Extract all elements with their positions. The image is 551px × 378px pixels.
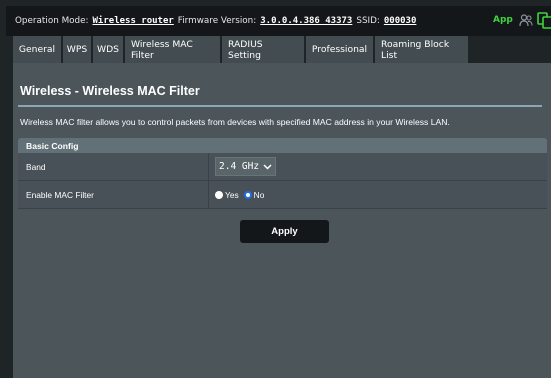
page-title: Wireless - Wireless MAC Filter — [20, 84, 200, 98]
mac-filter-radio-group: Yes No — [215, 190, 264, 200]
tab-wireless-mac-filter[interactable]: Wireless MAC Filter — [125, 36, 222, 63]
page-description: Wireless MAC filter allows you to contro… — [20, 117, 450, 127]
content-panel: Wireless - Wireless MAC Filter Wireless … — [13, 63, 551, 378]
radio-no-label: No — [253, 189, 265, 200]
band-select[interactable]: 2.4 GHz — [215, 157, 277, 176]
tab-wds[interactable]: WDS — [93, 36, 125, 63]
basic-config-table: Basic Config Band 2.4 GHz Enable MAC Fil… — [18, 138, 547, 209]
chevron-down-icon — [263, 163, 272, 170]
firmware-label: Firmware Version: — [177, 16, 257, 26]
operation-mode-label: Operation Mode: — [15, 16, 89, 26]
firmware-link[interactable]: 3.0.0.4.386_43373 — [260, 16, 352, 26]
enable-mac-filter-row: Enable MAC Filter Yes No — [18, 181, 547, 209]
ssid-label: SSID: — [356, 16, 380, 26]
tab-bar: General WPS WDS Wireless MAC Filter RADI… — [13, 36, 470, 64]
tab-roaming-block-list[interactable]: Roaming Block List — [375, 36, 470, 63]
enable-mac-filter-label: Enable MAC Filter — [18, 181, 209, 208]
radio-yes-label: Yes — [225, 189, 239, 200]
ssid-link[interactable]: 000030 — [384, 16, 417, 26]
radio-yes[interactable] — [215, 190, 223, 199]
users-icon[interactable] — [519, 14, 533, 27]
status-bar: Operation Mode: Wireless router Firmware… — [6, 6, 551, 36]
tab-radius-setting[interactable]: RADIUS Setting — [222, 36, 306, 63]
tab-professional[interactable]: Professional — [306, 36, 375, 63]
band-label: Band — [18, 153, 209, 180]
apply-button[interactable]: Apply — [240, 220, 329, 243]
basic-config-header: Basic Config — [18, 138, 547, 153]
band-row: Band 2.4 GHz — [18, 153, 547, 181]
title-divider — [18, 105, 542, 107]
band-value: 2.4 GHz — [219, 161, 260, 172]
radio-no[interactable] — [243, 190, 252, 199]
operation-mode-link[interactable]: Wireless router — [93, 16, 174, 26]
tab-general[interactable]: General — [13, 36, 63, 63]
copy-icon[interactable] — [537, 12, 551, 29]
app-link[interactable]: App — [493, 15, 513, 25]
tab-wps[interactable]: WPS — [63, 36, 93, 63]
